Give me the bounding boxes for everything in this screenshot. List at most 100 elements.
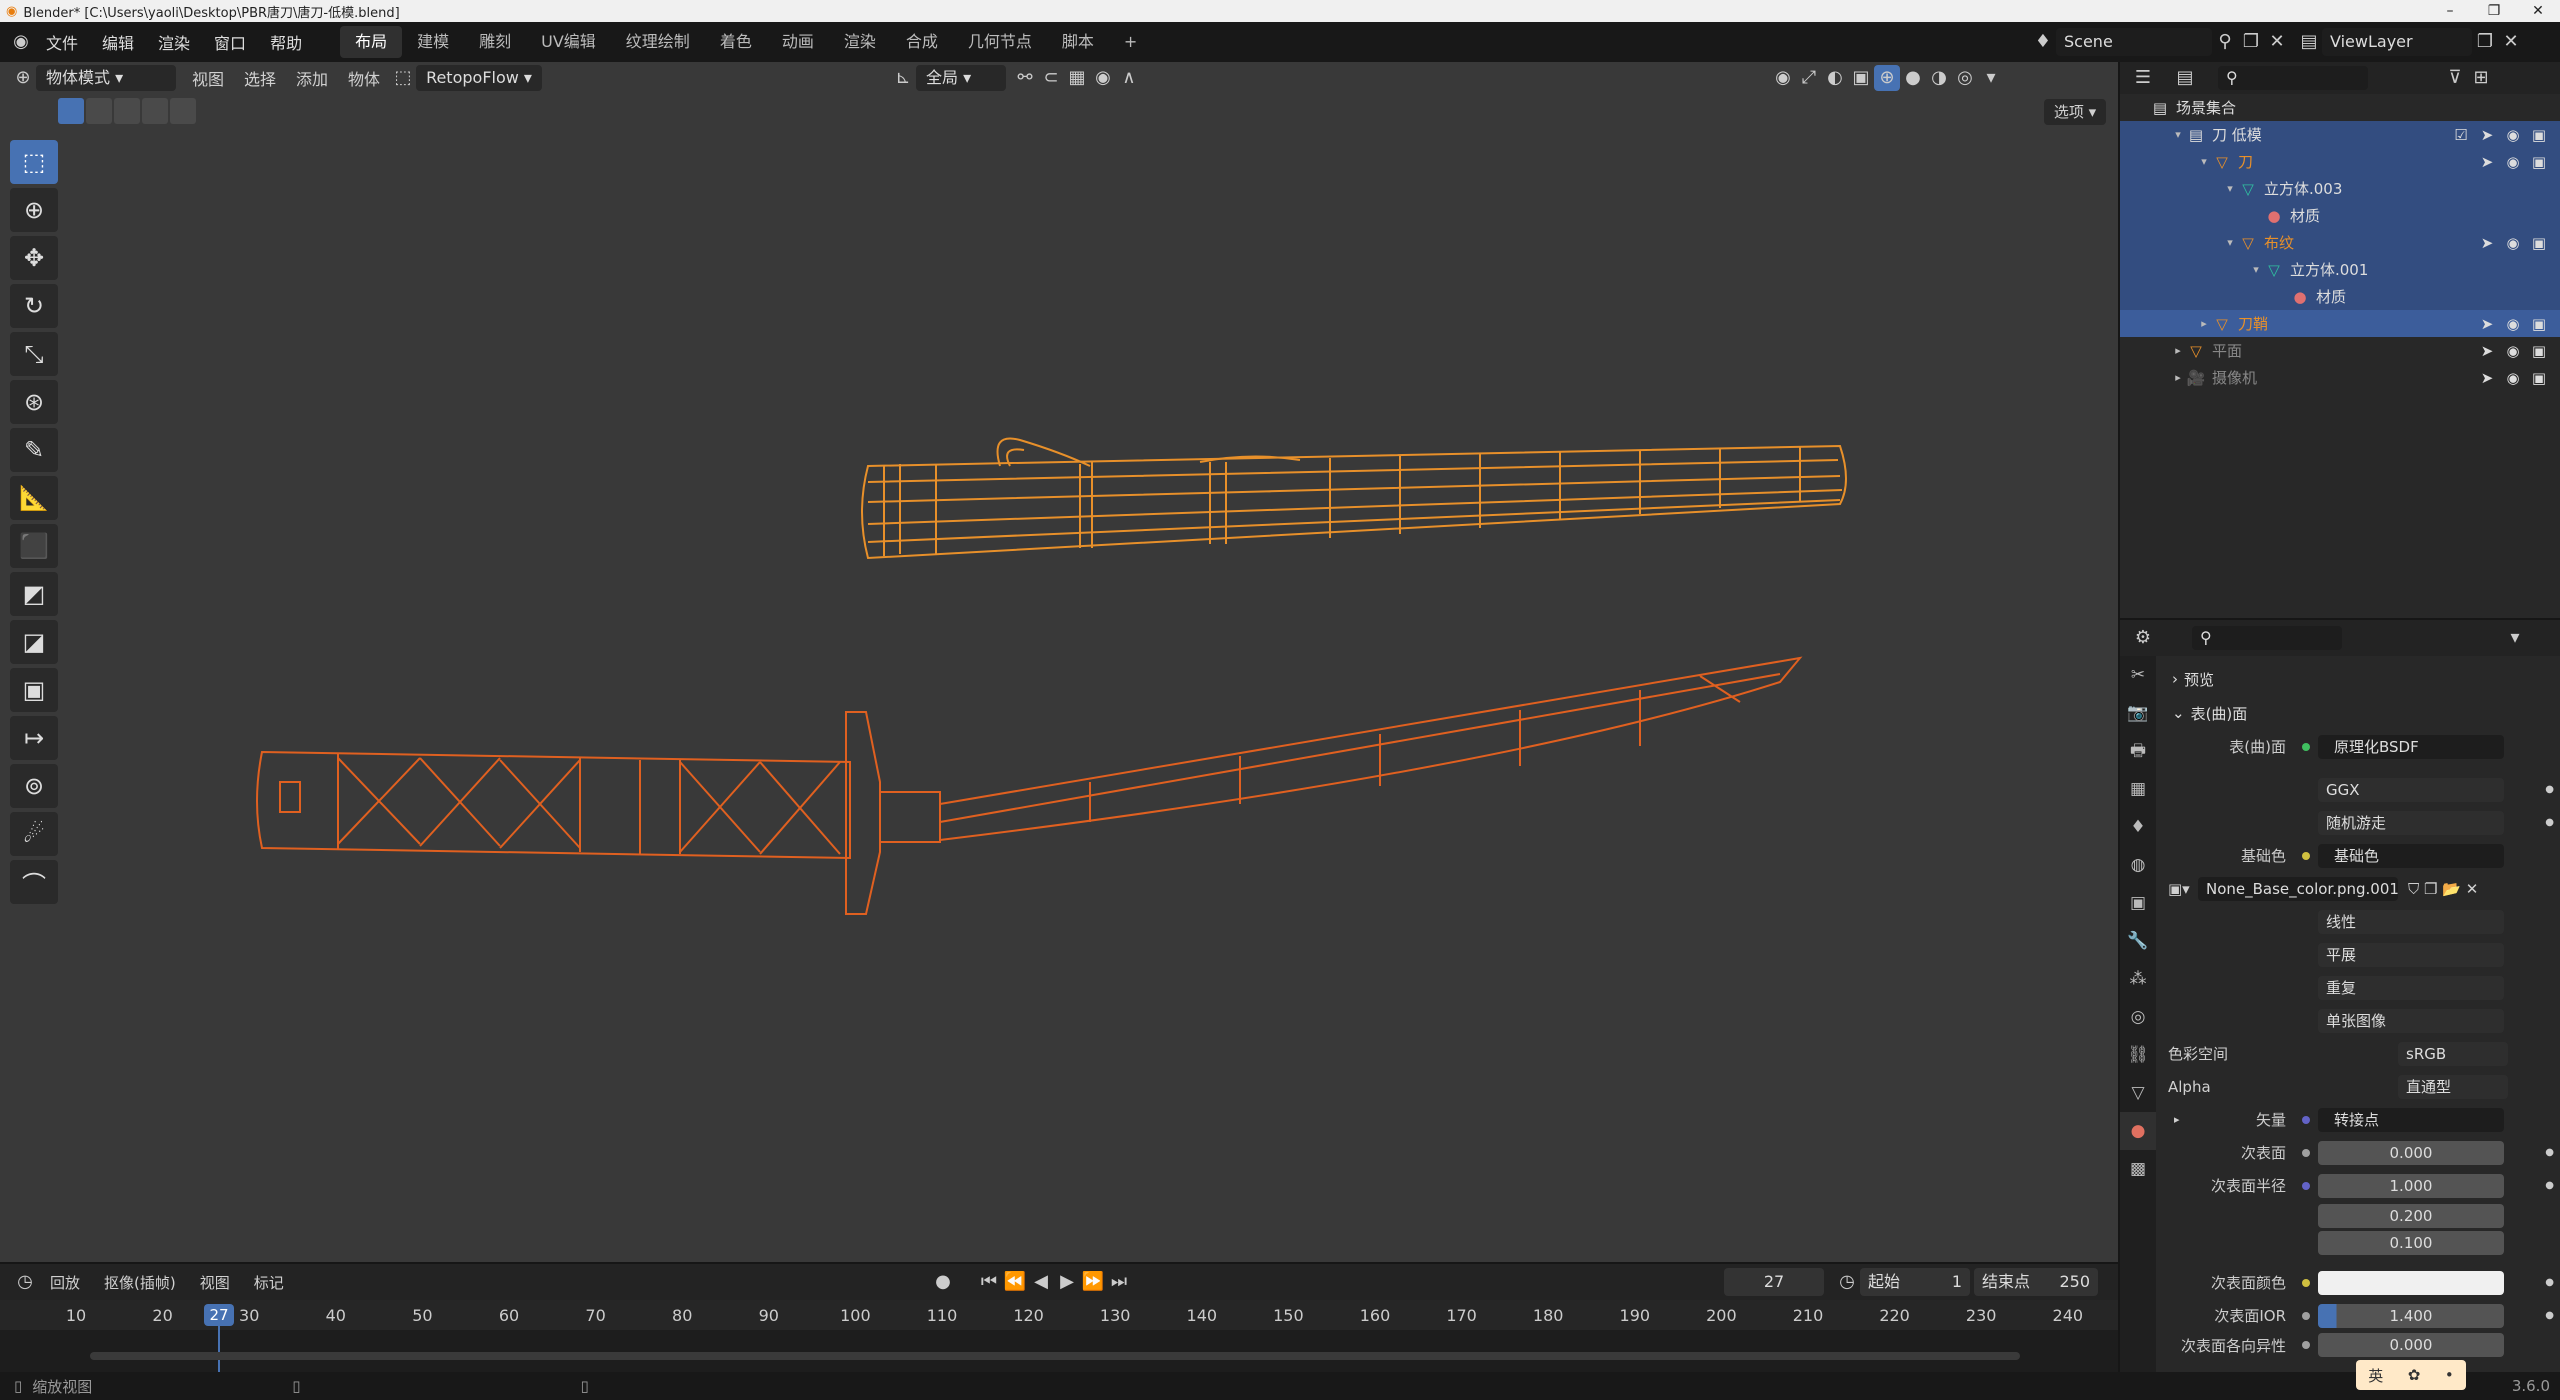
properties-search-input[interactable]: ⚲ <box>2192 626 2342 650</box>
exclude-checkbox-icon[interactable]: ☑ <box>2448 126 2474 144</box>
eye-icon[interactable]: ◉ <box>2500 342 2526 360</box>
texture-tab-icon[interactable]: ▩ <box>2120 1150 2156 1188</box>
properties-options-icon[interactable]: ▾ <box>2502 625 2528 651</box>
modifier-tab-icon[interactable]: 🔧 <box>2120 922 2156 960</box>
data-tab-icon[interactable]: ▽ <box>2120 1074 2156 1112</box>
record-icon[interactable]: ● <box>930 1269 956 1295</box>
minimize-icon[interactable]: – <box>2428 0 2472 22</box>
new-view-layer-icon[interactable]: ❐ <box>2472 29 2498 55</box>
outliner-search-input[interactable]: ⚲ <box>2218 66 2368 90</box>
menu-item[interactable]: 编辑 <box>90 30 146 54</box>
timeline-scrollbar[interactable] <box>90 1352 2020 1360</box>
eye-icon[interactable]: ◉ <box>2500 234 2526 252</box>
view-layer-field[interactable]: ViewLayer <box>2322 28 2472 56</box>
physics-tab-icon[interactable]: ◎ <box>2120 998 2156 1036</box>
keyframe-dot-icon[interactable]: ● <box>2545 1147 2554 1158</box>
keyframe-dot-icon[interactable]: ● <box>2545 784 2554 795</box>
select-toggle-icon[interactable]: ➤ <box>2474 234 2500 252</box>
select-toggle-icon[interactable]: ➤ <box>2474 369 2500 387</box>
workspace-tab[interactable]: 着色 <box>705 26 767 58</box>
scabbard-wireframe[interactable] <box>861 437 1847 560</box>
properties-editor-icon[interactable]: ⚙ <box>2130 625 2156 651</box>
blender-menu-icon[interactable]: ◉ <box>8 29 34 55</box>
open-image-icon[interactable]: 📂 <box>2442 880 2461 898</box>
outliner-row[interactable]: ▸ 🎥 摄像机 ➤ ◉ ▣ <box>2120 364 2560 391</box>
timeline-ruler[interactable]: 10 20 30 40 50 60 70 80 90 100 110 120 130 140 150 160 1… <box>0 1300 2118 1330</box>
render-toggle-icon[interactable]: ▣ <box>2526 315 2552 333</box>
surface-section[interactable]: ⌄ 表(曲)面 <box>2162 696 2560 730</box>
vector-field[interactable]: 转接点 <box>2318 1107 2504 1132</box>
outliner-row[interactable]: ▾ ▽ 布纹 ➤ ◉ ▣ <box>2120 229 2560 256</box>
menu-item[interactable]: 文件 <box>34 30 90 54</box>
start-frame-field[interactable]: 起始 1 <box>1860 1268 1970 1296</box>
subsurface-radius-x-field[interactable]: 1.000 <box>2318 1173 2504 1198</box>
render-toggle-icon[interactable]: ▣ <box>2526 234 2552 252</box>
eye-icon[interactable]: ◉ <box>2500 126 2526 144</box>
subsurface-radius-y-field[interactable]: 0.200 <box>2318 1203 2504 1228</box>
base-color-field[interactable]: 基础色 <box>2318 843 2504 868</box>
outliner-root[interactable]: ▤ 场景集合 <box>2120 94 2560 121</box>
outliner-row[interactable]: ● 材质 <box>2120 202 2560 229</box>
render-toggle-icon[interactable]: ▣ <box>2526 342 2552 360</box>
constraints-tab-icon[interactable]: ⛓ <box>2120 1036 2156 1074</box>
extension-dropdown[interactable]: 重复 <box>2318 975 2504 1000</box>
subsurface-color-swatch[interactable] <box>2318 1270 2504 1295</box>
expand-arrow-icon[interactable]: ▾ <box>2222 182 2238 195</box>
play-reverse-icon[interactable]: ◀ <box>1028 1269 1054 1295</box>
filter-icon[interactable]: ⊽ <box>2442 65 2468 91</box>
remove-scene-icon[interactable]: ✕ <box>2264 29 2290 55</box>
workspace-tab[interactable]: 合成 <box>891 26 953 58</box>
remove-view-layer-icon[interactable]: ✕ <box>2498 29 2524 55</box>
workspace-tab[interactable]: UV编辑 <box>526 26 611 58</box>
workspace-tab[interactable]: 布局 <box>340 26 403 58</box>
workspace-tab[interactable]: 纹理绘制 <box>611 26 705 58</box>
expand-arrow-icon[interactable]: ▸ <box>2196 317 2212 330</box>
workspace-tab[interactable]: 雕刻 <box>464 26 526 58</box>
select-toggle-icon[interactable]: ➤ <box>2474 315 2500 333</box>
expand-arrow-icon[interactable]: ▾ <box>2222 236 2238 249</box>
keyframe-dot-icon[interactable]: ● <box>2545 1310 2554 1321</box>
new-collection-icon[interactable]: ⊞ <box>2468 65 2494 91</box>
projection-dropdown[interactable]: 平展 <box>2318 942 2504 967</box>
output-tab-icon[interactable]: 🖶 <box>2120 732 2156 770</box>
prev-keyframe-icon[interactable]: ⏪ <box>1002 1269 1028 1295</box>
playhead-line[interactable] <box>218 1326 220 1374</box>
timeline-menu-item[interactable]: 回放 <box>38 1272 92 1293</box>
eye-icon[interactable]: ◉ <box>2500 153 2526 171</box>
keyframe-dot-icon[interactable]: ● <box>2545 817 2554 828</box>
timeline-menu-item[interactable]: 标记 <box>242 1272 296 1293</box>
unlink-image-icon[interactable]: ✕ <box>2466 880 2479 898</box>
object-tab-icon[interactable]: ▣ <box>2120 884 2156 922</box>
render-tab-icon[interactable]: 📷 <box>2120 694 2156 732</box>
expand-arrow-icon[interactable]: ▾ <box>2170 128 2186 141</box>
view-layer-tab-icon[interactable]: ▦ <box>2120 770 2156 808</box>
select-toggle-icon[interactable]: ➤ <box>2474 126 2500 144</box>
maximize-icon[interactable]: ❐ <box>2472 0 2516 22</box>
subsurface-field[interactable]: 0.000 <box>2318 1140 2504 1165</box>
view-layer-icon[interactable]: ▤ <box>2296 29 2322 55</box>
tool-tab-icon[interactable]: ✂ <box>2120 656 2156 694</box>
outliner-editor-icon[interactable]: ☰ <box>2130 65 2156 91</box>
color-space-dropdown[interactable]: sRGB <box>2398 1041 2508 1066</box>
menu-item[interactable]: 渲染 <box>146 30 202 54</box>
render-toggle-icon[interactable]: ▣ <box>2526 126 2552 144</box>
scene-icon[interactable]: ♦ <box>2030 29 2056 55</box>
surface-shader-field[interactable]: 原理化BSDF <box>2318 734 2504 759</box>
fake-user-icon[interactable]: ⛉ <box>2408 880 2419 898</box>
close-icon[interactable]: ✕ <box>2516 0 2560 22</box>
menu-item[interactable]: 窗口 <box>202 30 258 54</box>
select-toggle-icon[interactable]: ➤ <box>2474 153 2500 171</box>
expand-arrow-icon[interactable]: ▾ <box>2196 155 2212 168</box>
jump-start-icon[interactable]: ⏮ <box>976 1269 1002 1295</box>
workspace-tab[interactable]: 建模 <box>402 26 464 58</box>
render-toggle-icon[interactable]: ▣ <box>2526 369 2552 387</box>
image-name-field[interactable]: None_Base_color.png.001 <box>2198 876 2399 901</box>
expand-arrow-icon[interactable]: ▾ <box>2248 263 2264 276</box>
workspace-tab[interactable]: 脚本 <box>1047 26 1109 58</box>
outliner-row[interactable]: ▾ ▽ 立方体.001 <box>2120 256 2560 283</box>
scene-field[interactable]: Scene <box>2056 28 2212 56</box>
subsurface-aniso-field[interactable]: 0.000 <box>2318 1333 2504 1357</box>
timeline-menu-item[interactable]: 抠像(插帧) <box>92 1272 188 1293</box>
subsurface-ior-field[interactable]: 1.400 <box>2318 1303 2504 1328</box>
display-mode-icon[interactable]: ▤ <box>2172 65 2198 91</box>
